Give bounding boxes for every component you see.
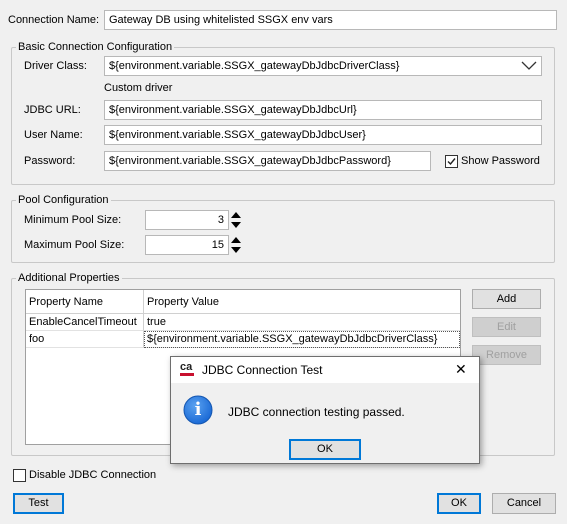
arrow-down-icon[interactable] [229, 245, 243, 255]
table-row-cell-name[interactable]: EnableCancelTimeout [26, 314, 144, 331]
table-row-cell-name[interactable]: foo [26, 331, 144, 348]
connection-test-dialog: ca JDBC Connection Test ✕ i JDBC connect… [170, 356, 480, 464]
pool-config-group: Pool Configuration [11, 193, 555, 263]
table-row-cell-value[interactable]: true [144, 314, 460, 331]
table-row-cell-value[interactable]: ${environment.variable.SSGX_gatewayDbJdb… [144, 331, 460, 348]
min-pool-input[interactable]: 3 [145, 210, 229, 230]
basic-config-title: Basic Connection Configuration [16, 40, 175, 54]
dialog-ok-button[interactable]: OK [289, 439, 361, 460]
checkmark-icon [447, 158, 456, 166]
jdbc-url-label: JDBC URL: [24, 104, 81, 116]
jdbc-url-input[interactable]: ${environment.variable.SSGX_gatewayDbJdb… [104, 100, 542, 120]
column-header-property-name[interactable]: Property Name [26, 290, 144, 314]
driver-class-label: Driver Class: [24, 60, 87, 72]
dialog-titlebar: ca JDBC Connection Test ✕ [171, 357, 479, 383]
ok-button[interactable]: OK [437, 493, 481, 514]
user-name-input[interactable]: ${environment.variable.SSGX_gatewayDbJdb… [104, 125, 542, 145]
disable-jdbc-label: Disable JDBC Connection [29, 469, 157, 481]
show-password-label: Show Password [461, 155, 540, 167]
test-button[interactable]: Test [13, 493, 64, 514]
max-pool-input[interactable]: 15 [145, 235, 229, 255]
dialog-title: JDBC Connection Test [202, 363, 323, 377]
driver-class-value: ${environment.variable.SSGX_gatewayDbJdb… [109, 60, 400, 72]
dialog-message: JDBC connection testing passed. [228, 405, 405, 419]
min-pool-spinner[interactable] [229, 210, 243, 230]
additional-properties-title: Additional Properties [16, 271, 122, 285]
show-password-checkbox[interactable] [445, 155, 458, 168]
add-property-button[interactable]: Add [472, 289, 541, 309]
ca-logo-icon: ca [179, 362, 195, 377]
connection-name-input[interactable]: Gateway DB using whitelisted SSGX env va… [104, 10, 557, 30]
driver-class-select[interactable]: ${environment.variable.SSGX_gatewayDbJdb… [104, 56, 542, 76]
password-label: Password: [24, 155, 76, 167]
disable-jdbc-checkbox[interactable] [13, 469, 26, 482]
password-input[interactable]: ${environment.variable.SSGX_gatewayDbJdb… [104, 151, 431, 171]
remove-property-button[interactable]: Remove [472, 345, 541, 365]
arrow-down-icon[interactable] [229, 220, 243, 230]
close-icon[interactable]: ✕ [455, 362, 467, 376]
min-pool-label: Minimum Pool Size: [24, 214, 122, 226]
pool-config-title: Pool Configuration [16, 193, 111, 207]
chevron-down-icon [521, 61, 537, 70]
arrow-up-icon[interactable] [229, 210, 243, 220]
arrow-up-icon[interactable] [229, 235, 243, 245]
max-pool-label: Maximum Pool Size: [24, 239, 125, 251]
max-pool-spinner[interactable] [229, 235, 243, 255]
cancel-button[interactable]: Cancel [492, 493, 556, 514]
column-header-property-value[interactable]: Property Value [144, 290, 460, 314]
edit-property-button[interactable]: Edit [472, 317, 541, 337]
user-name-label: User Name: [24, 129, 83, 141]
custom-driver-label: Custom driver [104, 82, 173, 94]
info-icon: i [183, 395, 213, 425]
connection-name-label: Connection Name: [8, 14, 100, 26]
